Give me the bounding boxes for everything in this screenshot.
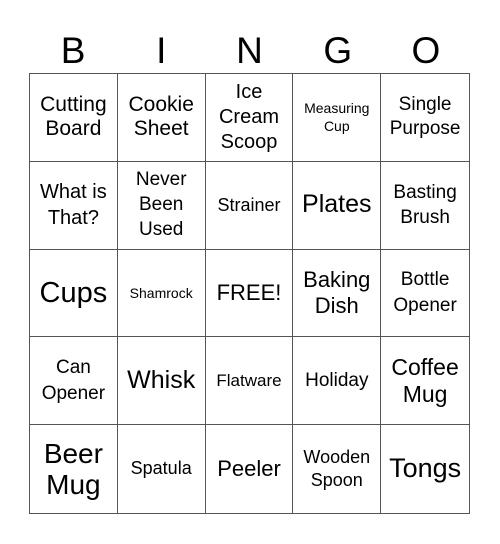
bingo-cell[interactable]: Never Been Used: [117, 161, 206, 250]
bingo-cell[interactable]: Basting Brush: [381, 162, 469, 250]
header-letter-i: I: [156, 30, 167, 71]
bingo-cell[interactable]: Plates: [293, 161, 382, 250]
header-letter-g: G: [323, 30, 353, 71]
bingo-cell[interactable]: Strainer: [205, 161, 294, 250]
bingo-cell[interactable]: Tongs: [381, 425, 469, 513]
bingo-cell[interactable]: Ice Cream Scoop: [205, 74, 294, 162]
bingo-cell[interactable]: Cookie Sheet: [117, 74, 206, 162]
bingo-cell[interactable]: Wooden Spoon: [293, 425, 382, 513]
bingo-cell[interactable]: What is That?: [30, 161, 118, 250]
bingo-cell[interactable]: Shamrock: [117, 249, 206, 338]
bingo-cell[interactable]: Whisk: [117, 337, 206, 426]
bingo-cell[interactable]: Peeler: [206, 425, 294, 513]
bingo-cell[interactable]: Flatware: [205, 337, 294, 426]
bingo-cell[interactable]: Measuring Cup: [293, 74, 382, 162]
bingo-grid: Cutting Board Cookie Sheet Ice Cream Sco…: [29, 73, 470, 514]
bingo-cell[interactable]: Spatula: [118, 425, 206, 513]
bingo-cell[interactable]: Holiday: [293, 337, 382, 426]
free-space-cell[interactable]: FREE!: [205, 249, 294, 338]
bingo-cell[interactable]: Bottle Opener: [381, 250, 469, 338]
bingo-cell[interactable]: Single Purpose: [381, 74, 469, 162]
bingo-cell[interactable]: Baking Dish: [293, 249, 382, 338]
header-letter-b: B: [60, 30, 86, 71]
header-letter-o: O: [411, 30, 441, 71]
header-letter-n: N: [236, 30, 263, 71]
bingo-cell[interactable]: Beer Mug: [30, 425, 118, 513]
bingo-header: B I N G O: [29, 30, 470, 72]
bingo-cell[interactable]: Coffee Mug: [381, 337, 469, 426]
bingo-cell[interactable]: Cups: [30, 249, 118, 338]
bingo-cell[interactable]: Can Opener: [30, 337, 118, 426]
bingo-cell[interactable]: Cutting Board: [30, 74, 118, 162]
